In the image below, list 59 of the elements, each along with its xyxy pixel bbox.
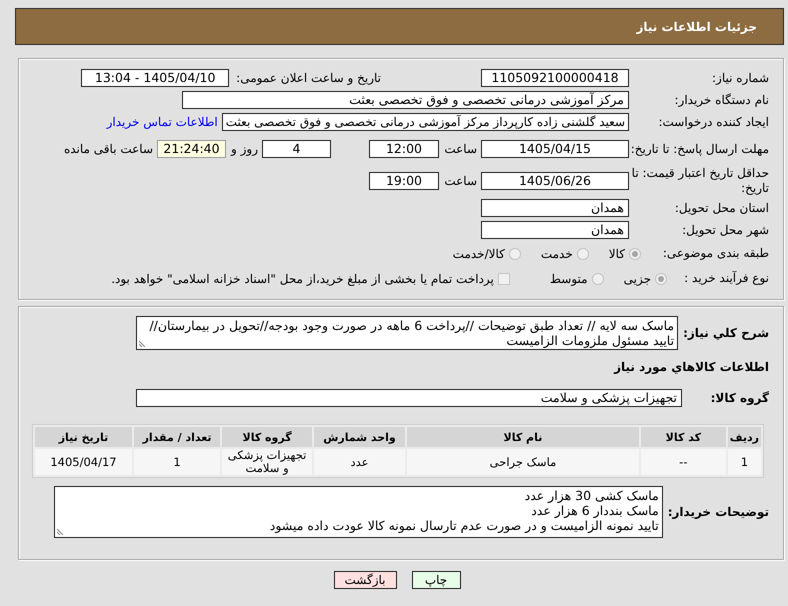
field-label: شرح کلي نیاز:	[683, 326, 769, 340]
description-textarea[interactable]: ماسک سه لایه // تعداد طبق توضیحات //پرداخت 6 ماهه در صورت وجود بودجه//تحویل در بیمارستان//تایید مسئول ملزومات الزامیست	[136, 316, 678, 350]
days-field[interactable]: 4	[262, 140, 331, 158]
radio-label: خدمت	[540, 246, 573, 260]
table-cell: تجهیزات پزشکی و سلامت	[222, 449, 312, 475]
field-label: ایجاد کننده درخواست:	[657, 114, 769, 130]
column-header: ردیف	[728, 427, 761, 447]
column-header: گروه کالا	[222, 427, 312, 447]
field-label: مهلت ارسال پاسخ: تا تاریخ:	[630, 142, 769, 156]
field-label: تاریخ و ساعت اعلان عمومی:	[236, 71, 381, 85]
table-cell: ماسک جراحی	[407, 449, 639, 475]
buyer-contact-link[interactable]: اطلاعات تماس خریدار	[106, 115, 218, 129]
column-header: تعداد / مقدار	[134, 427, 220, 447]
field-label: توضیحات خریدار:	[668, 504, 769, 520]
back-button[interactable]: بازگشت	[334, 571, 396, 589]
column-header: نام کالا	[407, 427, 639, 447]
field-label: حداقل تاریخ اعتبار قیمت: تا تاریخ:	[630, 166, 769, 196]
time-field[interactable]: 12:00	[369, 140, 439, 158]
buyer-org-field[interactable]: مرکز آموزشی درمانی تخصصی و فوق تخصصی بعثت	[182, 91, 629, 109]
field-label: روز و	[231, 142, 258, 156]
column-header: تاریخ نیاز	[35, 427, 132, 447]
table-cell: 1	[728, 449, 761, 475]
date-field[interactable]: 1405/04/15	[481, 140, 629, 158]
field-label: نام دستگاه خریدار:	[674, 92, 769, 108]
resize-grip-icon[interactable]	[57, 527, 65, 535]
radio-label: جزیی	[624, 272, 651, 286]
column-header: واحد شمارش	[314, 427, 406, 447]
field-label: شماره نیاز:	[711, 70, 769, 86]
remaining-time-field[interactable]: 21:24:40	[157, 140, 226, 158]
print-button[interactable]: چاپ	[412, 571, 460, 589]
table-cell: عدد	[314, 449, 406, 475]
radio-label: کالا	[608, 246, 625, 260]
page-title: جزئیات اطلاعات نیاز	[636, 20, 757, 34]
need-number-field[interactable]: 1105092100000418	[481, 69, 629, 87]
province-field[interactable]: همدان	[481, 199, 629, 217]
goods-group-field[interactable]: تجهیزات پزشکی و سلامت	[136, 389, 682, 407]
field-label: ساعت باقی مانده	[64, 142, 153, 156]
section-heading: اطلاعات کالاهاي مورد نیاز	[612, 359, 769, 375]
city-field[interactable]: همدان	[481, 221, 629, 239]
field-label: گروه کالا:	[710, 390, 769, 406]
radio-label: متوسط	[550, 272, 588, 286]
table-cell: --	[640, 449, 726, 475]
announce-date-field[interactable]: 1405/04/10 - 13:04	[81, 69, 230, 87]
buyer-notes-textarea[interactable]: ماسک کشی 30 هزار عدد ماسک بنددار 6 هزار عدد تایید نمونه الزامیست و در صورت عدم تارسال نمونه کالا عودت داده میشود	[54, 486, 663, 538]
table-cell: 1	[134, 449, 220, 475]
radio-label: کالا/خدمت	[452, 246, 505, 260]
field-label: شهر محل تحویل:	[681, 222, 769, 238]
table-cell: 1405/04/17	[35, 449, 132, 475]
field-label: نوع فرآیند خرید :	[683, 271, 769, 286]
time-field[interactable]: 19:00	[369, 172, 439, 190]
field-label: استان محل تحویل:	[674, 200, 769, 216]
date-field[interactable]: 1405/06/26	[481, 172, 629, 190]
checkbox-label: پرداخت تمام یا بخشی از مبلغ خرید،از محل "اسناد خزانه اسلامی" خواهد بود.	[111, 272, 494, 286]
resize-grip-icon[interactable]	[139, 339, 147, 347]
field-label: طبقه بندی موضوعی:	[662, 246, 769, 261]
field-label: ساعت	[443, 174, 478, 188]
field-label: ساعت	[443, 142, 478, 156]
requester-field[interactable]: سعید گلشنی زاده کارپرداز مرکز آموزشی درمانی تخصصی و فوق تخصصی بعثت	[222, 113, 629, 131]
column-header: کد کالا	[640, 427, 726, 447]
